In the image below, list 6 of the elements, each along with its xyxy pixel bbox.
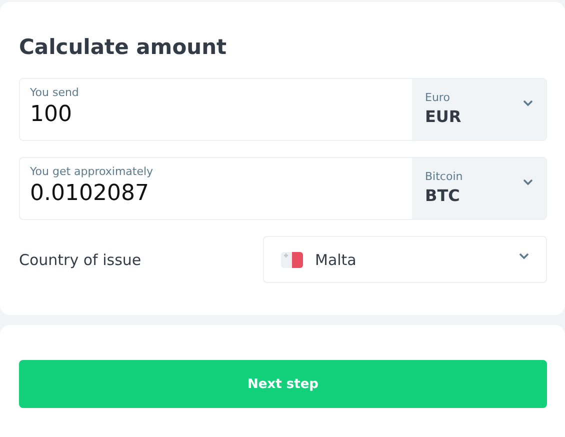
- flag-icon: [281, 252, 303, 268]
- chevron-down-icon: [519, 253, 529, 260]
- country-value: Malta: [315, 250, 358, 268]
- country-dropdown[interactable]: Malta: [263, 236, 547, 283]
- country-label: Country of issue: [19, 250, 142, 268]
- form-title: Calculate amount: [19, 34, 228, 61]
